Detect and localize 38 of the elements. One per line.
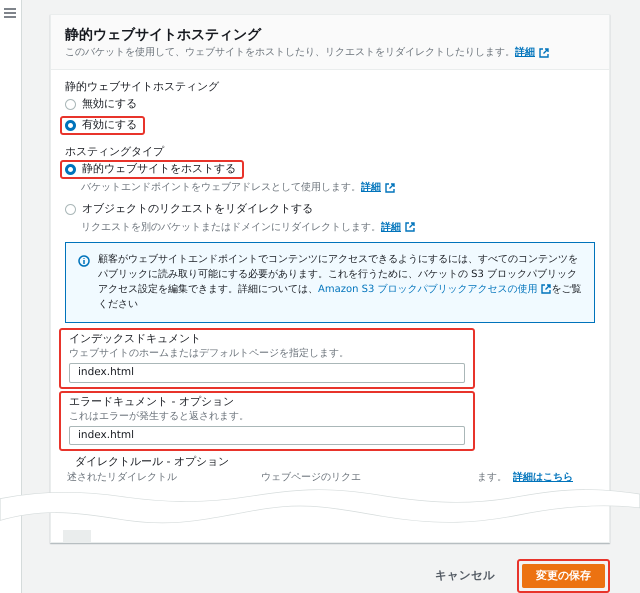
external-link-icon: [405, 222, 415, 232]
field-hint: これはエラーが発生すると返されます。: [69, 410, 250, 423]
info-link[interactable]: 詳細: [515, 46, 535, 58]
info-link[interactable]: 詳細はこちら: [513, 470, 573, 484]
cancel-button[interactable]: キャンセル: [429, 562, 501, 590]
radio-option[interactable]: 静的ウェブサイトをホストする: [60, 160, 244, 179]
field-hint: 述されたリダイレクトル: [67, 470, 177, 484]
field-hint: ウェブサイトのホームまたはデフォルトページを指定します。: [69, 346, 350, 360]
info-link[interactable]: Amazon S3 ブロックパブリックアクセスの使用: [318, 284, 538, 295]
option-hint: バケットエンドポイントをウェブアドレスとして使用します。詳細: [81, 180, 595, 194]
external-link-icon: [539, 48, 549, 58]
external-link-icon: [385, 182, 395, 193]
field-label: ダイレクトルール - オプション: [75, 455, 230, 470]
option-hint: リクエストを別のバケットまたはドメインにリダイレクトします。詳細: [81, 220, 595, 234]
radio-button[interactable]: [65, 99, 76, 110]
field-label: ホスティングタイプ: [65, 144, 166, 159]
menu-icon[interactable]: [4, 8, 16, 18]
text-input[interactable]: index.html: [69, 426, 465, 446]
info-link[interactable]: 詳細: [381, 222, 401, 233]
panel-title: 静的ウェブサイトホスティング: [65, 27, 262, 44]
info-icon: [78, 254, 90, 267]
info-link[interactable]: 詳細: [361, 182, 381, 193]
field-label: エラードキュメント - オプション: [69, 394, 235, 409]
field-hint: ウェブページのリクエ: [261, 470, 361, 484]
radio-option[interactable]: 無効にする: [60, 95, 145, 114]
radio-option[interactable]: 有効にする: [60, 116, 145, 135]
alert-message: 顧客がウェブサイトエンドポイントでコンテンツにアクセスできるようにするには、すべてのコンテンツをパブリックに読み取り可能にする必要があります。これを行うために、バケットの S3 ブロックパブリックアクセス設定を編集できます。詳細については、Amazon S3 ブロックパブリックアクセスの使用 をご覧ください: [98, 252, 582, 312]
radio-button[interactable]: [65, 204, 76, 215]
field-label: インデックスドキュメント: [69, 332, 202, 346]
text-input[interactable]: index.html: [69, 362, 465, 383]
radio-option[interactable]: オブジェクトのリクエストをリダイレクトする: [60, 200, 321, 218]
field-hint: ます。: [477, 470, 507, 484]
external-link-icon: [541, 284, 552, 294]
field-label: 静的ウェブサイトホスティング: [65, 80, 220, 94]
input-field[interactable]: [63, 530, 91, 542]
radio-button[interactable]: [65, 164, 76, 175]
panel-description: このバケットを使用して、ウェブサイトをホストしたり、リクエストをリダイレクトしたりします。詳細: [65, 46, 595, 59]
radio-button[interactable]: [65, 120, 76, 131]
